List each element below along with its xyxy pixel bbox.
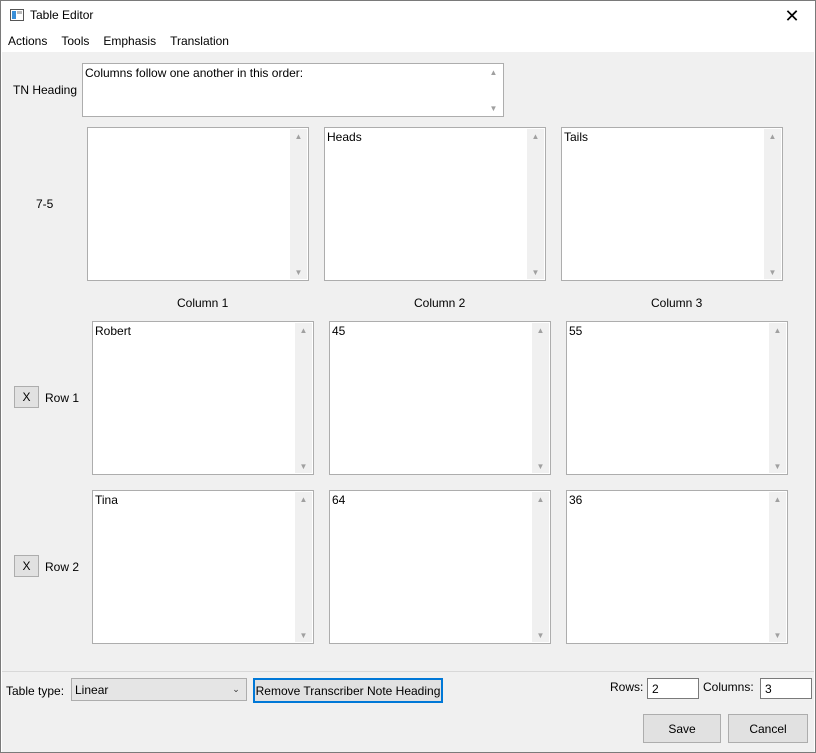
menu-tools[interactable]: Tools (54, 31, 96, 51)
header-cell-2[interactable]: Heads ▲ ▼ (324, 127, 546, 281)
scroll-up-icon[interactable]: ▲ (527, 129, 544, 143)
row-1-cell-1-text: Robert (95, 324, 132, 338)
scroll-down-icon[interactable]: ▼ (295, 459, 312, 473)
tn-heading-text: Columns follow one another in this order… (85, 66, 304, 80)
tn-heading-textarea[interactable]: Columns follow one another in this order… (82, 63, 504, 117)
scroll-up-icon[interactable]: ▲ (295, 492, 312, 506)
row-1-cell-3-text: 55 (569, 324, 583, 338)
menu-bar: Actions Tools Emphasis Translation (1, 31, 815, 51)
scroll-up-icon[interactable]: ▲ (769, 492, 786, 506)
columns-label: Columns: (703, 680, 754, 694)
rows-input[interactable]: 2 (647, 678, 699, 699)
rows-label: Rows: (610, 680, 644, 694)
row-2-cell-3[interactable]: 36 ▲ ▼ (566, 490, 788, 644)
column-heading-1: Column 1 (177, 296, 229, 310)
scroll-down-icon[interactable]: ▼ (532, 459, 549, 473)
scroll-up-icon[interactable]: ▲ (769, 323, 786, 337)
row-1-cell-3[interactable]: 55 ▲ ▼ (566, 321, 788, 475)
row-2-cell-2-text: 64 (332, 493, 346, 507)
header-row-label: 7-5 (36, 197, 54, 211)
row-1-cell-1-scrollbar[interactable]: ▲ ▼ (295, 323, 312, 473)
scroll-down-icon[interactable]: ▼ (485, 101, 502, 115)
row-2-cell-2-scrollbar[interactable]: ▲ ▼ (532, 492, 549, 642)
table-type-label: Table type: (6, 684, 65, 698)
cancel-button[interactable]: Cancel (728, 714, 808, 743)
tn-heading-scrollbar[interactable]: ▲ ▼ (485, 65, 502, 115)
delete-row-2-button[interactable]: X (14, 555, 39, 577)
table-editor-window: Table Editor ✕ Actions Tools Emphasis Tr… (0, 0, 816, 753)
columns-value: 3 (765, 682, 772, 696)
header-cell-1[interactable]: ▲ ▼ (87, 127, 309, 281)
delete-row-1-button[interactable]: X (14, 386, 39, 408)
row-2-cell-2[interactable]: 64 ▲ ▼ (329, 490, 551, 644)
editor-content: TN Heading Columns follow one another in… (2, 52, 814, 671)
scroll-up-icon[interactable]: ▲ (532, 492, 549, 506)
menu-emphasis[interactable]: Emphasis (96, 31, 163, 51)
columns-input[interactable]: 3 (760, 678, 812, 699)
scroll-down-icon[interactable]: ▼ (769, 628, 786, 642)
table-type-value: Linear (75, 683, 109, 697)
app-icon (10, 9, 24, 21)
row-1-cell-1[interactable]: Robert ▲ ▼ (92, 321, 314, 475)
row-1-cell-2[interactable]: 45 ▲ ▼ (329, 321, 551, 475)
scroll-down-icon[interactable]: ▼ (764, 265, 781, 279)
column-heading-2: Column 2 (414, 296, 466, 310)
row-2-cell-1[interactable]: Tina ▲ ▼ (92, 490, 314, 644)
close-icon[interactable]: ✕ (769, 1, 815, 31)
tn-heading-label: TN Heading (13, 83, 78, 97)
header-cell-3-text: Tails (564, 130, 589, 144)
table-type-select[interactable]: Linear ⌄ (71, 678, 247, 701)
header-cell-1-scrollbar[interactable]: ▲ ▼ (290, 129, 307, 279)
scroll-down-icon[interactable]: ▼ (290, 265, 307, 279)
row-1-cell-2-text: 45 (332, 324, 346, 338)
row-1-cell-3-scrollbar[interactable]: ▲ ▼ (769, 323, 786, 473)
column-heading-3: Column 3 (651, 296, 703, 310)
header-cell-3[interactable]: Tails ▲ ▼ (561, 127, 783, 281)
save-button[interactable]: Save (643, 714, 721, 743)
scroll-up-icon[interactable]: ▲ (532, 323, 549, 337)
header-cell-3-scrollbar[interactable]: ▲ ▼ (764, 129, 781, 279)
row-2-label: Row 2 (45, 560, 80, 574)
window-title: Table Editor (30, 8, 94, 22)
footer-bar: Table type: Linear ⌄ Remove Transcriber … (2, 671, 814, 752)
scroll-down-icon[interactable]: ▼ (769, 459, 786, 473)
scroll-up-icon[interactable]: ▲ (290, 129, 307, 143)
menu-actions[interactable]: Actions (1, 31, 54, 51)
scroll-up-icon[interactable]: ▲ (485, 65, 502, 79)
scroll-down-icon[interactable]: ▼ (527, 265, 544, 279)
row-1-cell-2-scrollbar[interactable]: ▲ ▼ (532, 323, 549, 473)
row-1-label: Row 1 (45, 391, 80, 405)
header-cell-2-text: Heads (327, 130, 362, 144)
menu-translation[interactable]: Translation (163, 31, 236, 51)
scroll-down-icon[interactable]: ▼ (532, 628, 549, 642)
chevron-down-icon[interactable]: ⌄ (229, 682, 243, 696)
title-bar: Table Editor ✕ (1, 1, 815, 31)
row-2-cell-1-text: Tina (95, 493, 118, 507)
scroll-down-icon[interactable]: ▼ (295, 628, 312, 642)
row-2-cell-3-scrollbar[interactable]: ▲ ▼ (769, 492, 786, 642)
scroll-up-icon[interactable]: ▲ (764, 129, 781, 143)
header-cell-2-scrollbar[interactable]: ▲ ▼ (527, 129, 544, 279)
rows-value: 2 (652, 682, 659, 696)
scroll-up-icon[interactable]: ▲ (295, 323, 312, 337)
row-2-cell-1-scrollbar[interactable]: ▲ ▼ (295, 492, 312, 642)
remove-tn-heading-button[interactable]: Remove Transcriber Note Heading (253, 678, 443, 703)
row-2-cell-3-text: 36 (569, 493, 583, 507)
